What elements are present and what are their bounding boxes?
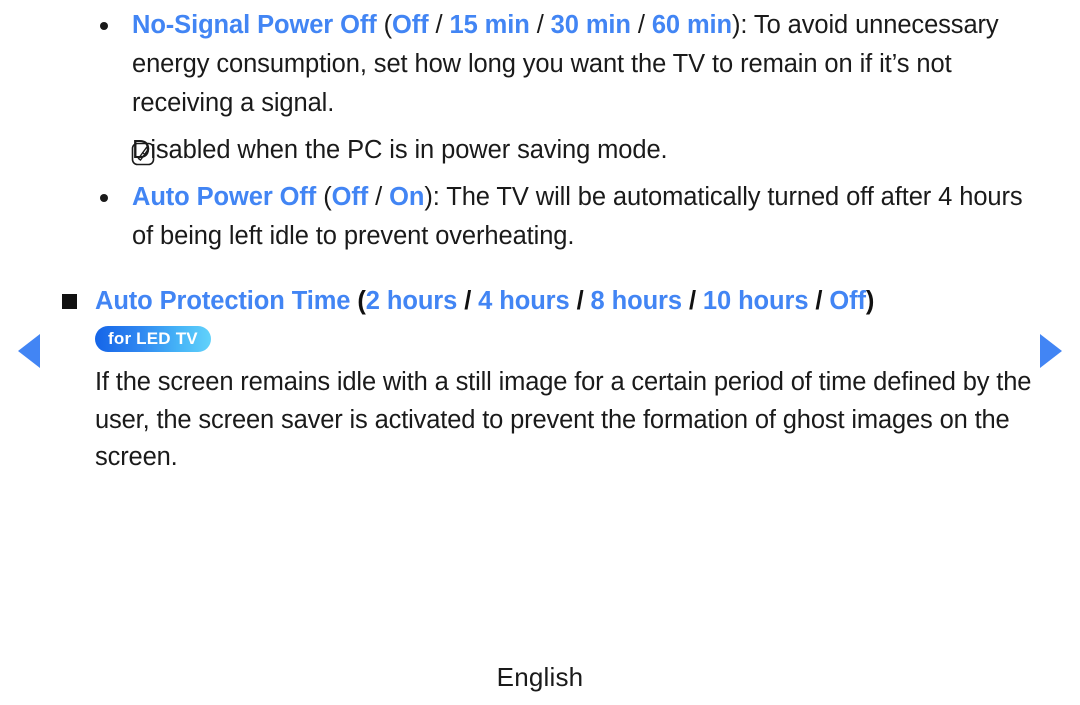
- square-bullet-icon: [62, 294, 77, 309]
- badge-row: for LED TV: [62, 326, 1037, 352]
- round-bullet-icon: [100, 22, 108, 30]
- open-paren: (: [357, 287, 366, 315]
- option-value: Off: [829, 287, 866, 315]
- open-paren: (: [383, 11, 393, 39]
- option-value: 10 hours: [702, 287, 809, 315]
- manual-content: No-Signal Power Off (Off / 15 min / 30 m…: [62, 6, 1037, 483]
- open-paren: (: [323, 183, 332, 211]
- option-value: 4 hours: [478, 287, 570, 315]
- list-item: Disabled when the PC is in power saving …: [62, 131, 1037, 170]
- option-value: 60 min: [651, 11, 733, 39]
- option-separator: /: [681, 287, 703, 315]
- option-value: 30 min: [550, 11, 631, 39]
- option-value: Off: [331, 183, 369, 211]
- option-value: On: [389, 183, 425, 211]
- option-separator: /: [457, 287, 479, 315]
- section-heading-auto-protection-time: Auto Protection Time (2 hours / 4 hours …: [62, 282, 1037, 321]
- option-separator: /: [428, 11, 450, 39]
- section-description-auto-protection-time: If the screen remains idle with a still …: [95, 368, 1032, 471]
- close-paren: ): [424, 183, 433, 211]
- list-item: Auto Power Off (Off / On): The TV will b…: [62, 178, 1037, 256]
- note-paragraph-pc-power-saving: Disabled when the PC is in power saving …: [62, 131, 1037, 170]
- note-icon: [131, 139, 155, 166]
- option-separator: /: [368, 183, 390, 211]
- round-bullet-icon: [100, 194, 108, 202]
- option-separator: /: [808, 287, 830, 315]
- status-badge-for-led-tv: for LED TV: [95, 326, 211, 352]
- option-separator: /: [529, 11, 551, 39]
- setting-name: Auto Power Off: [132, 183, 317, 211]
- note-text: Disabled when the PC is in power saving …: [132, 136, 668, 164]
- previous-page-arrow-icon[interactable]: [18, 334, 40, 368]
- option-separator: /: [630, 11, 652, 39]
- option-value: 8 hours: [590, 287, 683, 315]
- setting-name: Auto Protection Time: [95, 287, 351, 315]
- close-paren: ): [865, 287, 875, 315]
- setting-name: No-Signal Power Off: [132, 11, 377, 39]
- bullet-paragraph-no-signal-power-off: No-Signal Power Off (Off / 15 min / 30 m…: [62, 6, 1037, 123]
- option-value: 2 hours: [365, 287, 458, 315]
- option-value: Off: [392, 11, 429, 39]
- footer-language-label: English: [496, 662, 584, 692]
- option-separator: /: [569, 287, 591, 315]
- section-auto-protection-time: Auto Protection Time (2 hours / 4 hours …: [62, 282, 1037, 477]
- list-item: No-Signal Power Off (Off / 15 min / 30 m…: [62, 6, 1037, 123]
- next-page-arrow-icon[interactable]: [1040, 334, 1062, 368]
- option-value: 15 min: [449, 11, 530, 39]
- bullet-paragraph-auto-power-off: Auto Power Off (Off / On): The TV will b…: [62, 178, 1037, 256]
